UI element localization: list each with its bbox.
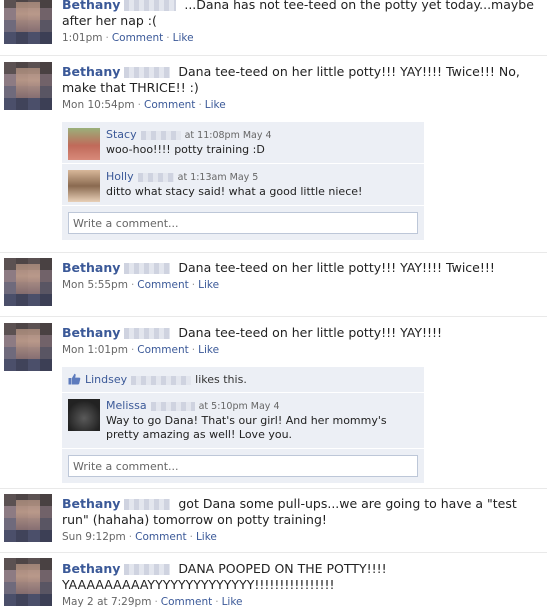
post-time[interactable]: Sun 9:12pm bbox=[62, 531, 126, 543]
post-meta: 1:01pm · Comment · Like bbox=[62, 32, 194, 44]
redacted-surname bbox=[137, 172, 174, 182]
comment-avatar[interactable] bbox=[68, 170, 100, 202]
comment-box: Lindsey likes this. Melissa at 5:10pm May … bbox=[62, 367, 424, 483]
avatar[interactable] bbox=[4, 258, 52, 306]
post: Bethany DANA POOPED ON THE POTTY!!!! YAA… bbox=[62, 561, 543, 608]
redacted-surname bbox=[124, 67, 171, 78]
author-name[interactable]: Bethany bbox=[62, 561, 120, 576]
avatar[interactable] bbox=[4, 62, 52, 110]
redacted-surname bbox=[124, 499, 171, 510]
comment-link[interactable]: Comment bbox=[161, 596, 212, 608]
redacted-surname bbox=[150, 401, 195, 411]
commenter-name[interactable]: Holly bbox=[106, 170, 134, 183]
comment-time: at 1:13am May 5 bbox=[177, 172, 259, 183]
comment: Stacy at 11:08pm May 4 woo-hoo!!!! potty … bbox=[62, 122, 424, 164]
like-link[interactable]: Like bbox=[196, 531, 217, 543]
comment-text: woo-hoo!!!! potty training :D bbox=[106, 143, 265, 156]
comment-link[interactable]: Comment bbox=[144, 99, 195, 111]
divider bbox=[0, 252, 547, 253]
likes-text: likes this. bbox=[195, 373, 247, 386]
comment-input[interactable]: Write a comment... bbox=[68, 455, 418, 477]
author-name[interactable]: Bethany bbox=[62, 0, 120, 12]
commenter-name[interactable]: Melissa bbox=[106, 399, 147, 412]
post: Bethany Dana tee-teed on her little pott… bbox=[62, 325, 543, 356]
post-time[interactable]: 1:01pm bbox=[62, 32, 102, 44]
comment: Melissa at 5:10pm May 4 Way to go Dana! T… bbox=[62, 393, 424, 449]
comment-text: Way to go Dana! That's our girl! And her… bbox=[106, 414, 387, 441]
author-name[interactable]: Bethany bbox=[62, 64, 120, 79]
write-comment: Write a comment... bbox=[62, 206, 424, 240]
like-link[interactable]: Like bbox=[205, 99, 226, 111]
divider bbox=[0, 488, 547, 489]
comment-link[interactable]: Comment bbox=[135, 531, 186, 543]
commenter-name[interactable]: Stacy bbox=[106, 128, 137, 141]
comment-text: ditto what stacy said! what a good littl… bbox=[106, 185, 363, 198]
avatar[interactable] bbox=[4, 0, 52, 44]
post-time[interactable]: Mon 5:55pm bbox=[62, 279, 128, 291]
post-text: Dana tee-teed on her little potty!!! YAY… bbox=[178, 260, 495, 275]
post-time[interactable]: Mon 10:54pm bbox=[62, 99, 135, 111]
comment-box: Stacy at 11:08pm May 4 woo-hoo!!!! potty … bbox=[62, 122, 424, 240]
comment-time: at 5:10pm May 4 bbox=[198, 401, 280, 412]
comment-link[interactable]: Comment bbox=[112, 32, 163, 44]
comment-avatar[interactable] bbox=[68, 399, 100, 431]
redacted-surname bbox=[131, 375, 192, 385]
write-comment: Write a comment... bbox=[62, 449, 424, 483]
like-link[interactable]: Like bbox=[198, 344, 219, 356]
post-text: Dana tee-teed on her little potty!!! YAY… bbox=[178, 325, 443, 340]
comment: Holly at 1:13am May 5 ditto what stacy sa… bbox=[62, 164, 424, 206]
author-name[interactable]: Bethany bbox=[62, 260, 120, 275]
like-link[interactable]: Like bbox=[198, 279, 219, 291]
post-meta: Mon 5:55pm · Comment · Like bbox=[62, 279, 220, 291]
post: Bethany ...Dana has not tee-teed on the … bbox=[62, 0, 543, 44]
post: Bethany Dana tee-teed on her little pott… bbox=[62, 64, 543, 111]
post-meta: Sun 9:12pm · Comment · Like bbox=[62, 531, 217, 543]
comment-link[interactable]: Comment bbox=[137, 344, 188, 356]
post-time[interactable]: May 2 at 7:29pm bbox=[62, 596, 151, 608]
liker-name[interactable]: Lindsey bbox=[85, 373, 127, 386]
post-time[interactable]: Mon 1:01pm bbox=[62, 344, 128, 356]
avatar[interactable] bbox=[4, 494, 52, 542]
post-meta: Mon 1:01pm · Comment · Like bbox=[62, 344, 220, 356]
thumbs-up-icon bbox=[68, 373, 81, 385]
author-name[interactable]: Bethany bbox=[62, 325, 120, 340]
comment-input[interactable]: Write a comment... bbox=[68, 212, 418, 234]
comment-avatar[interactable] bbox=[68, 128, 100, 160]
redacted-surname bbox=[124, 0, 177, 11]
divider bbox=[0, 316, 547, 317]
redacted-surname bbox=[140, 130, 181, 140]
redacted-surname bbox=[124, 263, 171, 274]
likes-row: Lindsey likes this. bbox=[62, 367, 424, 393]
divider bbox=[0, 552, 547, 553]
post-meta: Mon 10:54pm · Comment · Like bbox=[62, 99, 226, 111]
author-name[interactable]: Bethany bbox=[62, 496, 120, 511]
like-link[interactable]: Like bbox=[222, 596, 243, 608]
comment-time: at 11:08pm May 4 bbox=[184, 130, 272, 141]
like-link[interactable]: Like bbox=[173, 32, 194, 44]
avatar[interactable] bbox=[4, 323, 52, 371]
post: Bethany Dana tee-teed on her little pott… bbox=[62, 260, 543, 291]
redacted-surname bbox=[124, 564, 171, 575]
avatar[interactable] bbox=[4, 558, 52, 606]
post-meta: May 2 at 7:29pm · Comment · Like bbox=[62, 596, 243, 608]
redacted-surname bbox=[124, 328, 171, 339]
divider bbox=[0, 55, 547, 56]
comment-link[interactable]: Comment bbox=[137, 279, 188, 291]
post: Bethany got Dana some pull-ups...we are … bbox=[62, 496, 543, 543]
